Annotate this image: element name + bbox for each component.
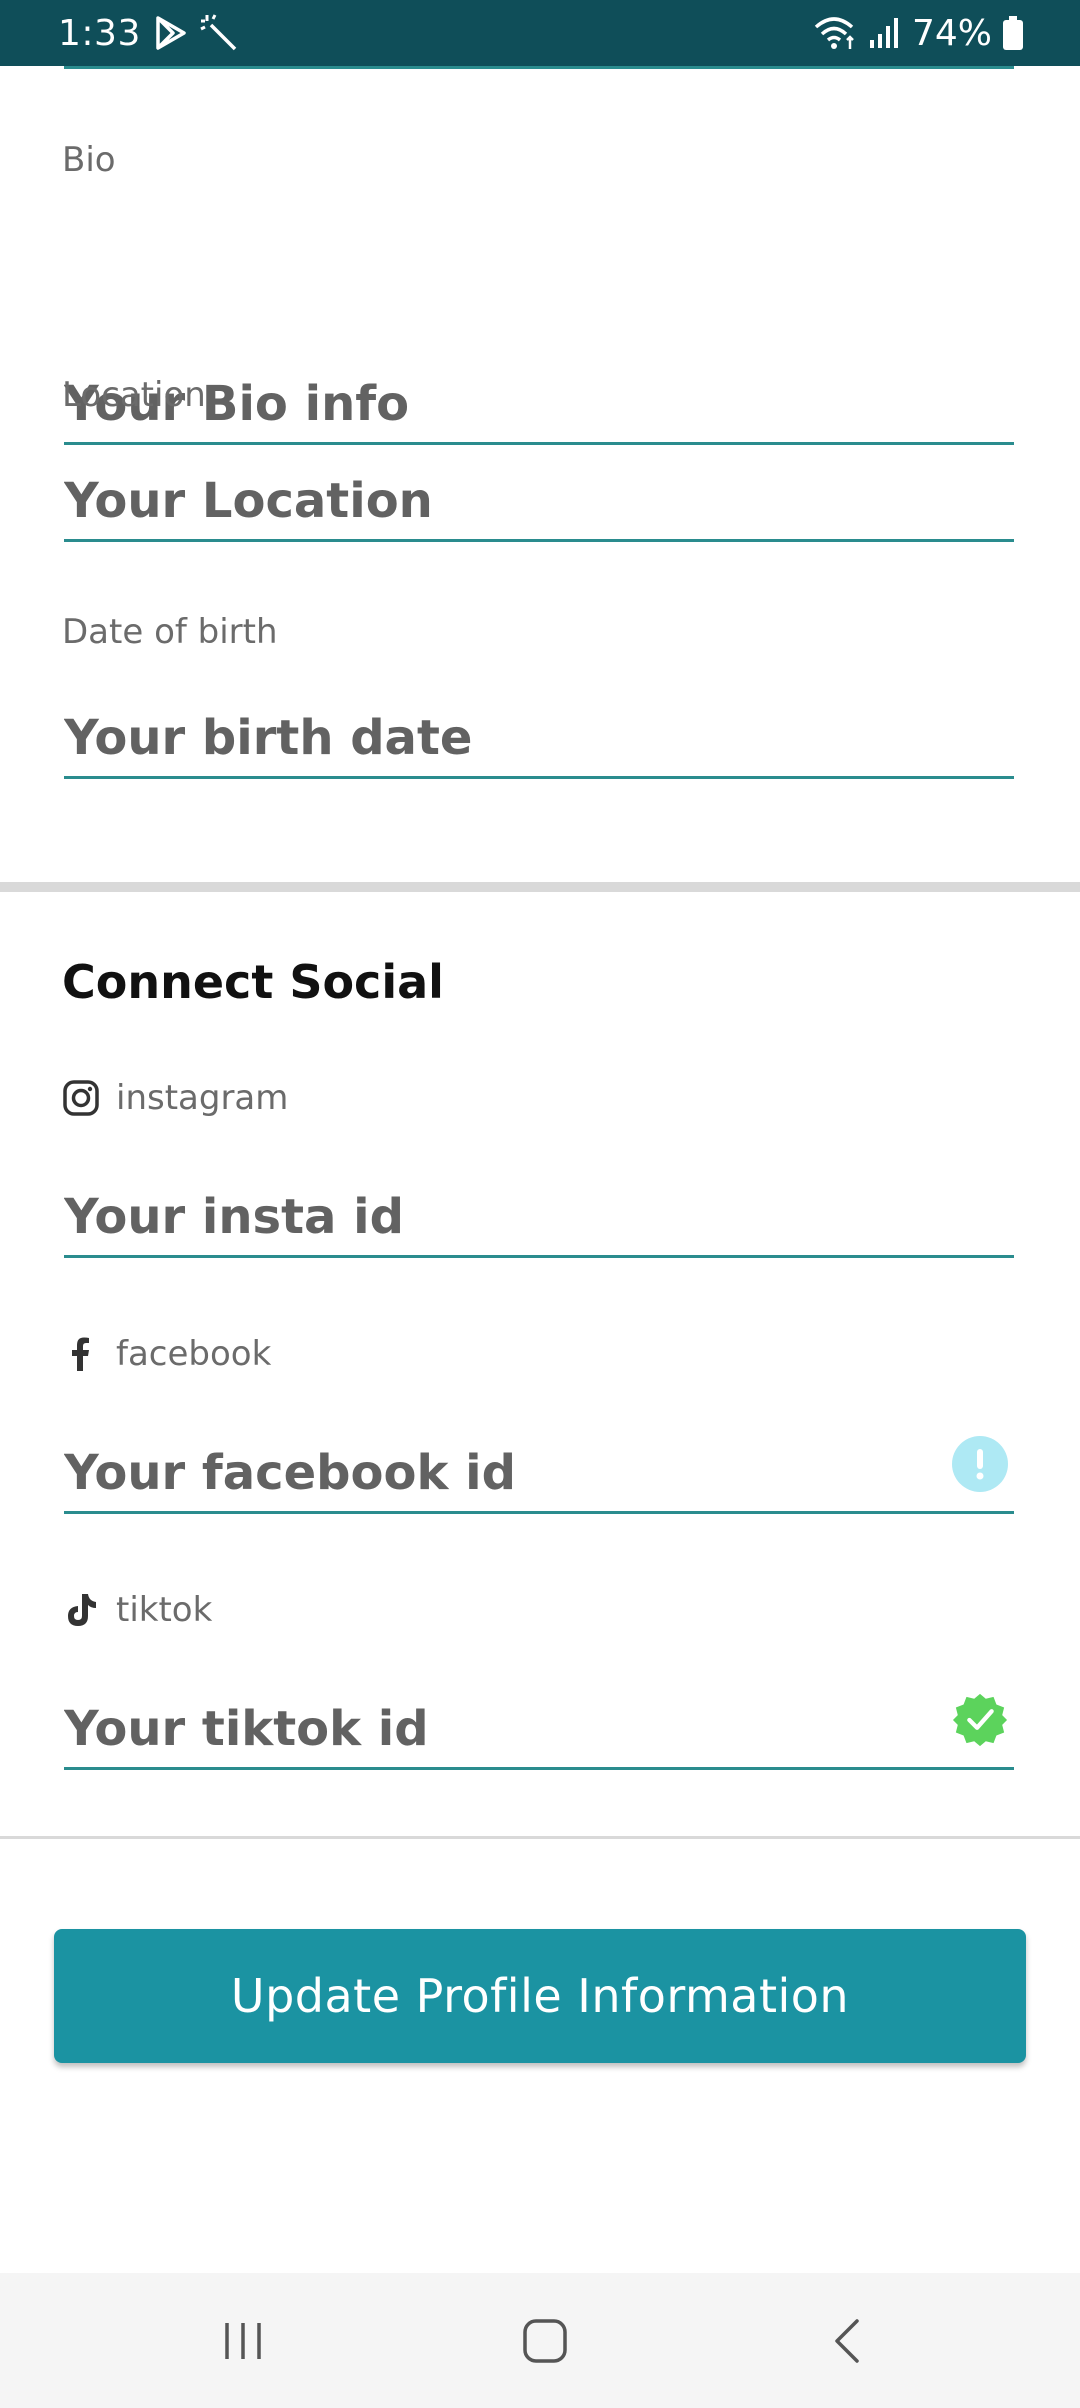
facebook-label: facebook	[116, 1334, 272, 1374]
tiktok-icon	[62, 1591, 100, 1629]
instagram-icon	[62, 1079, 100, 1117]
battery-percent: 74%	[911, 12, 992, 54]
location-input[interactable]	[64, 452, 1014, 542]
section-divider	[0, 882, 1080, 892]
recent-apps-icon[interactable]	[168, 2273, 318, 2408]
tiktok-label-row: tiktok	[62, 1590, 212, 1630]
wifi-icon	[814, 15, 858, 51]
update-profile-button[interactable]: Update Profile Information	[54, 1929, 1026, 2063]
tiktok-input[interactable]	[64, 1680, 1014, 1770]
previous-field-underline	[64, 66, 1014, 69]
facebook-icon	[62, 1335, 100, 1373]
location-label: Location	[62, 375, 206, 415]
instagram-label-row: instagram	[62, 1078, 288, 1118]
bottom-divider	[0, 1836, 1080, 1839]
facebook-label-row: facebook	[62, 1334, 271, 1374]
bio-label: Bio	[62, 140, 116, 180]
info-badge-icon	[952, 1436, 1008, 1492]
instagram-label: instagram	[116, 1078, 289, 1118]
signal-icon	[868, 16, 902, 50]
navigation-bar	[0, 2273, 1080, 2408]
status-bar: 1:33 74%	[0, 0, 1080, 66]
birth-date-label: Date of birth	[62, 612, 278, 652]
verified-badge-icon	[952, 1692, 1008, 1748]
birth-date-input[interactable]	[64, 689, 1014, 779]
facebook-input[interactable]	[64, 1424, 1014, 1514]
home-icon[interactable]	[470, 2273, 620, 2408]
tiktok-label: tiktok	[116, 1590, 213, 1630]
connect-social-title: Connect Social	[62, 955, 444, 1009]
magic-wand-icon	[199, 13, 239, 53]
bio-input[interactable]	[64, 355, 1014, 445]
play-store-icon	[151, 14, 189, 52]
instagram-input[interactable]	[64, 1168, 1014, 1258]
back-icon[interactable]	[772, 2273, 922, 2408]
battery-icon	[1002, 15, 1024, 51]
status-time: 1:33	[58, 12, 141, 54]
